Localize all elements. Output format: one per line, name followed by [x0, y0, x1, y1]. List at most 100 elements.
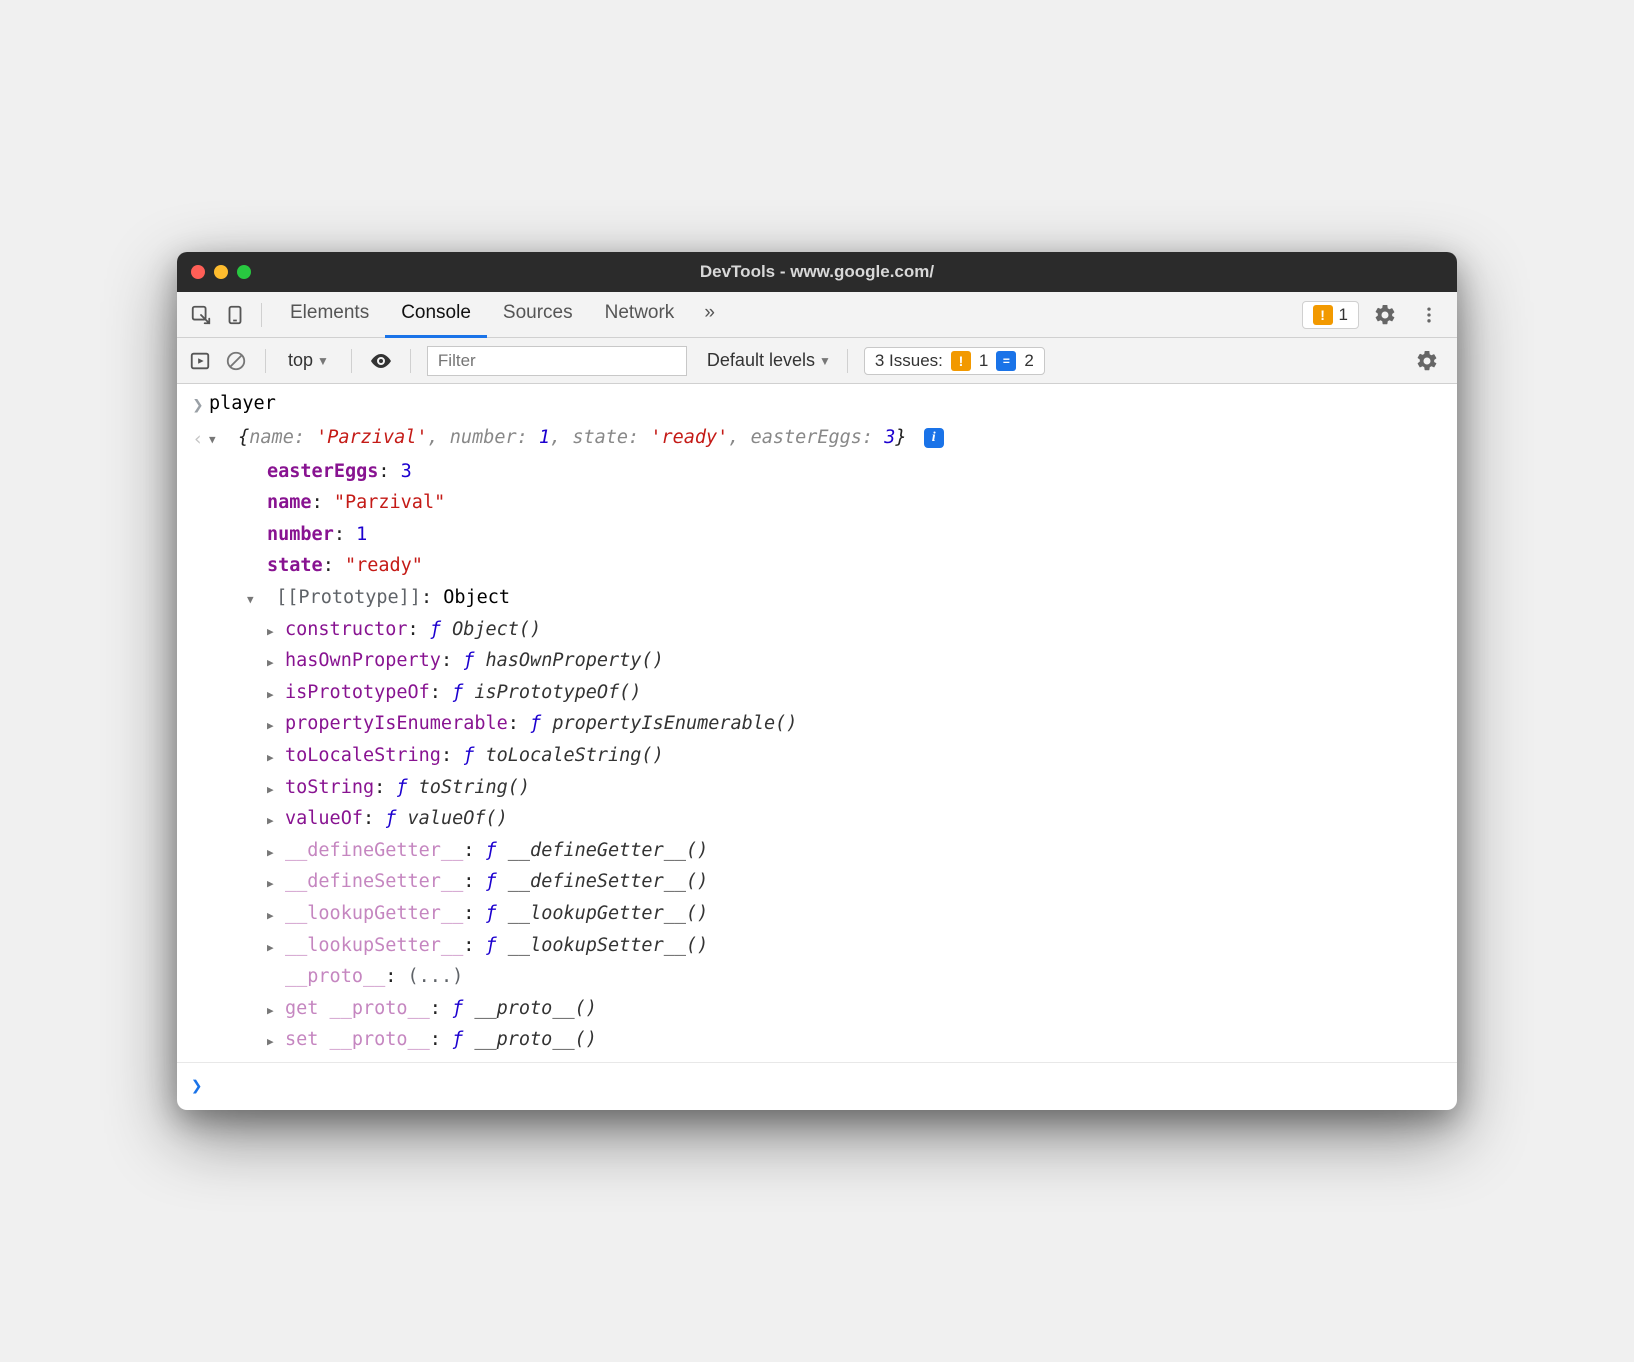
expand-caret-icon[interactable]	[247, 583, 265, 613]
method-name: __lookupGetter__	[285, 903, 463, 924]
object-property-row[interactable]: state: "ready"	[177, 550, 1457, 582]
prototype-method-row[interactable]: __proto__: (...)	[177, 961, 1457, 993]
clear-console-icon[interactable]	[223, 348, 249, 374]
minimize-icon[interactable]	[214, 265, 228, 279]
expand-caret-icon[interactable]	[267, 994, 285, 1024]
prototype-method-row[interactable]: propertyIsEnumerable: ƒ propertyIsEnumer…	[177, 708, 1457, 740]
preview-key: number	[450, 427, 517, 448]
expand-caret-icon[interactable]	[267, 741, 285, 771]
window-title: DevTools - www.google.com/	[177, 262, 1457, 282]
method-signature: Object()	[452, 619, 541, 640]
inspect-icon[interactable]	[187, 301, 215, 329]
prototype-method-row[interactable]: __defineSetter__: ƒ __defineSetter__()	[177, 866, 1457, 898]
divider	[265, 349, 266, 373]
prototype-method-row[interactable]: toLocaleString: ƒ toLocaleString()	[177, 740, 1457, 772]
method-signature: __defineSetter__()	[508, 871, 708, 892]
object-property-row[interactable]: name: "Parzival"	[177, 487, 1457, 519]
method-name: valueOf	[285, 808, 363, 829]
property-value: 1	[356, 524, 367, 545]
prototype-method-row[interactable]: __lookupSetter__: ƒ __lookupSetter__()	[177, 930, 1457, 962]
method-name: toLocaleString	[285, 745, 441, 766]
property-value: 3	[401, 461, 412, 482]
traffic-lights	[191, 265, 251, 279]
method-signature: propertyIsEnumerable()	[552, 713, 797, 734]
preview-value: 3	[884, 427, 895, 448]
property-key: easterEggs	[267, 461, 378, 482]
prototype-method-row[interactable]: set __proto__: ƒ __proto__()	[177, 1024, 1457, 1056]
more-icon[interactable]	[1411, 305, 1447, 325]
prototype-value: Object	[443, 587, 510, 608]
prototype-row[interactable]: [[Prototype]]: Object	[177, 582, 1457, 614]
expand-caret-icon[interactable]	[267, 1025, 285, 1055]
preview-value: 1	[539, 427, 550, 448]
method-name: __proto__	[285, 966, 385, 987]
prototype-method-row[interactable]: toString: ƒ toString()	[177, 772, 1457, 804]
expand-caret-icon[interactable]	[267, 773, 285, 803]
console-prompt[interactable]: ❯	[177, 1062, 1457, 1110]
console-settings-icon[interactable]	[1407, 349, 1447, 373]
expand-caret-icon[interactable]	[267, 678, 285, 708]
preview-key: name	[249, 427, 294, 448]
object-property-row[interactable]: easterEggs: 3	[177, 456, 1457, 488]
method-signature: __lookupSetter__()	[508, 935, 708, 956]
expand-caret-icon[interactable]	[267, 836, 285, 866]
close-icon[interactable]	[191, 265, 205, 279]
prototype-method-row[interactable]: valueOf: ƒ valueOf()	[177, 803, 1457, 835]
expand-caret-icon[interactable]	[267, 646, 285, 676]
expand-caret-icon[interactable]	[267, 804, 285, 834]
preview-key: state	[572, 427, 628, 448]
live-expression-icon[interactable]	[368, 348, 394, 374]
device-toggle-icon[interactable]	[221, 301, 249, 329]
prototype-method-row[interactable]: hasOwnProperty: ƒ hasOwnProperty()	[177, 645, 1457, 677]
prototype-method-row[interactable]: __defineGetter__: ƒ __defineGetter__()	[177, 835, 1457, 867]
prototype-method-row[interactable]: __lookupGetter__: ƒ __lookupGetter__()	[177, 898, 1457, 930]
settings-icon[interactable]	[1365, 303, 1405, 327]
divider	[261, 303, 262, 327]
tab-elements[interactable]: Elements	[274, 292, 385, 338]
expand-caret-icon[interactable]	[267, 615, 285, 645]
context-selector[interactable]: top▼	[282, 350, 335, 371]
titlebar: DevTools - www.google.com/	[177, 252, 1457, 292]
object-property-row[interactable]: number: 1	[177, 519, 1457, 551]
property-key: state	[267, 555, 323, 576]
warning-icon	[1313, 305, 1333, 325]
console-output-row[interactable]: ‹ {name: 'Parzival', number: 1, state: '…	[177, 422, 1457, 456]
method-name: set __proto__	[285, 1029, 430, 1050]
tab-network[interactable]: Network	[589, 292, 691, 338]
zoom-icon[interactable]	[237, 265, 251, 279]
method-name: __defineSetter__	[285, 871, 463, 892]
input-text: player	[209, 389, 1443, 419]
sidebar-toggle-icon[interactable]	[187, 348, 213, 374]
method-name: constructor	[285, 619, 408, 640]
expand-caret-icon[interactable]	[267, 931, 285, 961]
tab-sources[interactable]: Sources	[487, 292, 589, 338]
tabs-overflow[interactable]: »	[696, 292, 723, 338]
issues-warn-count: 1	[979, 351, 988, 371]
expand-caret-icon[interactable]	[267, 899, 285, 929]
preview-value: 'ready'	[650, 427, 728, 448]
input-marker-icon: ❯	[187, 389, 209, 421]
tab-console[interactable]: Console	[385, 292, 487, 338]
expand-caret-icon[interactable]	[267, 867, 285, 897]
console-input-echo[interactable]: ❯ player	[177, 388, 1457, 422]
prototype-method-row[interactable]: get __proto__: ƒ __proto__()	[177, 993, 1457, 1025]
output-marker-icon: ‹	[187, 423, 209, 455]
warnings-badge[interactable]: 1	[1302, 301, 1359, 329]
tab-strip: ElementsConsoleSourcesNetwork » 1	[177, 292, 1457, 338]
expand-caret-icon[interactable]	[209, 423, 227, 453]
method-name: __defineGetter__	[285, 840, 463, 861]
devtools-window: DevTools - www.google.com/ ElementsConso…	[177, 252, 1457, 1109]
method-signature: __proto__()	[474, 998, 597, 1019]
prototype-method-row[interactable]: constructor: ƒ Object()	[177, 614, 1457, 646]
log-levels-selector[interactable]: Default levels▼	[707, 350, 831, 371]
method-name: isPrototypeOf	[285, 682, 430, 703]
prototype-method-row[interactable]: isPrototypeOf: ƒ isPrototypeOf()	[177, 677, 1457, 709]
method-name: propertyIsEnumerable	[285, 713, 508, 734]
method-signature: __proto__()	[474, 1029, 597, 1050]
method-signature: toLocaleString()	[486, 745, 664, 766]
method-signature: toString()	[419, 777, 530, 798]
info-badge-icon[interactable]: i	[924, 428, 944, 448]
expand-caret-icon[interactable]	[267, 709, 285, 739]
issues-badge[interactable]: 3 Issues: 1 2	[864, 347, 1045, 375]
filter-input[interactable]	[427, 346, 687, 376]
